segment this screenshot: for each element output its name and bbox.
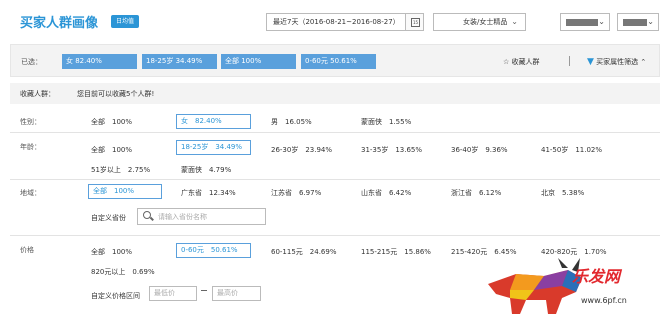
gender-option-all[interactable]: 全部 100% (91, 117, 132, 127)
watermark-url: www.6pf.cn (581, 296, 627, 305)
selected-chip-price[interactable]: 0-60元 50.61% (301, 54, 376, 69)
redacted-select-2[interactable]: ⌄ (617, 13, 659, 31)
region-option-shandong[interactable]: 山东省 6.42% (361, 188, 411, 198)
divider (569, 56, 570, 66)
region-option-jiangsu[interactable]: 江苏省 6.97% (271, 188, 321, 198)
favorite-crowd-button[interactable]: ☆ 收藏人群 (503, 57, 540, 67)
selected-chip-region[interactable]: 全部 100% (221, 54, 296, 69)
selected-chip-gender[interactable]: 女 82.40% (62, 54, 137, 69)
buyer-attribute-filter-button[interactable]: ▼ 买家属性筛选 ⌃ (587, 57, 646, 67)
watermark-text: 乐发网 (572, 267, 621, 286)
age-option-41-50[interactable]: 41-50岁 11.02% (541, 145, 602, 155)
price-option-60-115[interactable]: 60-115元 24.69% (271, 247, 337, 257)
region-option-zhejiang[interactable]: 浙江省 6.12% (451, 188, 501, 198)
buyer-attribute-filter-label: 买家属性筛选 (596, 58, 639, 66)
calendar-button[interactable]: 15 (405, 13, 424, 31)
region-option-guangdong[interactable]: 广东省 12.34% (181, 188, 236, 198)
province-search-input[interactable]: 请输入省份名称 (137, 208, 266, 225)
region-option-all[interactable]: 全部 100% (88, 184, 162, 199)
search-icon (143, 211, 151, 219)
redacted-value (566, 19, 598, 26)
age-option-36-40[interactable]: 36-40岁 9.36% (451, 145, 508, 155)
divider (10, 235, 660, 236)
age-option-31-35[interactable]: 31-35岁 13.65% (361, 145, 422, 155)
age-option-26-30[interactable]: 26-30岁 23.94% (271, 145, 332, 155)
gender-option-female[interactable]: 女 82.40% (176, 114, 251, 129)
redacted-value (623, 19, 647, 26)
chevron-down-icon: ⌄ (511, 17, 518, 26)
gender-option-male[interactable]: 男 16.05% (271, 117, 312, 127)
price-option-all[interactable]: 全部 100% (91, 247, 132, 257)
gender-label: 性别： (20, 118, 41, 126)
page-header: 买家人群画像 日均值 最近7天（2016-08-21~2016-08-27） 1… (0, 0, 670, 40)
chevron-down-icon: ⌄ (598, 17, 605, 26)
custom-province-label: 自定义省份 (91, 214, 126, 222)
price-option-0-60[interactable]: 0-60元 50.61% (176, 243, 251, 258)
chevron-up-icon: ⌃ (640, 58, 647, 66)
gender-option-unknown[interactable]: 蒙面侠 1.55% (361, 117, 411, 127)
favorites-text: 您目前可以收藏5个人群! (77, 90, 155, 98)
price-option-115-215[interactable]: 115-215元 15.86% (361, 247, 431, 257)
age-option-51-plus[interactable]: 51岁以上 2.75% (91, 165, 150, 175)
selected-label: 已选： (21, 58, 42, 66)
divider (10, 179, 660, 180)
age-option-18-25[interactable]: 18-25岁 34.49% (176, 140, 251, 155)
favorites-label: 收藏人群： (20, 90, 55, 98)
filter-icon: ▼ (587, 57, 594, 67)
region-option-beijing[interactable]: 北京 5.38% (541, 188, 584, 198)
selected-filters-bar: 已选： 女 82.40% 18-25岁 34.49% 全部 100% 0-60元… (10, 44, 660, 77)
price-option-820-plus[interactable]: 820元以上 0.69% (91, 267, 155, 277)
max-price-input[interactable]: 最高价 (212, 286, 261, 301)
province-search-placeholder: 请输入省份名称 (158, 213, 207, 221)
favorites-row: 收藏人群： 您目前可以收藏5个人群! (10, 83, 660, 104)
age-option-unknown[interactable]: 蒙面侠 4.79% (181, 165, 231, 175)
star-icon: ☆ (503, 58, 510, 66)
category-select-value: 女装/女士精品 (463, 18, 508, 26)
price-label: 价格 (20, 246, 34, 254)
calendar-icon: 15 (411, 18, 420, 27)
daily-average-badge: 日均值 (111, 15, 140, 28)
category-select[interactable]: 女装/女士精品 ⌄ (433, 13, 526, 31)
divider (10, 132, 660, 133)
custom-price-label: 自定义价格区间 (91, 292, 140, 300)
date-range-picker[interactable]: 最近7天（2016-08-21~2016-08-27） (266, 13, 406, 31)
range-dash (201, 290, 207, 291)
age-option-all[interactable]: 全部 100% (91, 145, 132, 155)
region-label: 地域： (20, 189, 41, 197)
page-title: 买家人群画像 (20, 16, 99, 31)
selected-chip-age[interactable]: 18-25岁 34.49% (142, 54, 217, 69)
chevron-down-icon: ⌄ (647, 17, 654, 26)
min-price-input[interactable]: 最低价 (149, 286, 197, 301)
age-label: 年龄： (20, 143, 41, 151)
redacted-select-1[interactable]: ⌄ (560, 13, 610, 31)
favorite-crowd-label: 收藏人群 (511, 58, 540, 66)
